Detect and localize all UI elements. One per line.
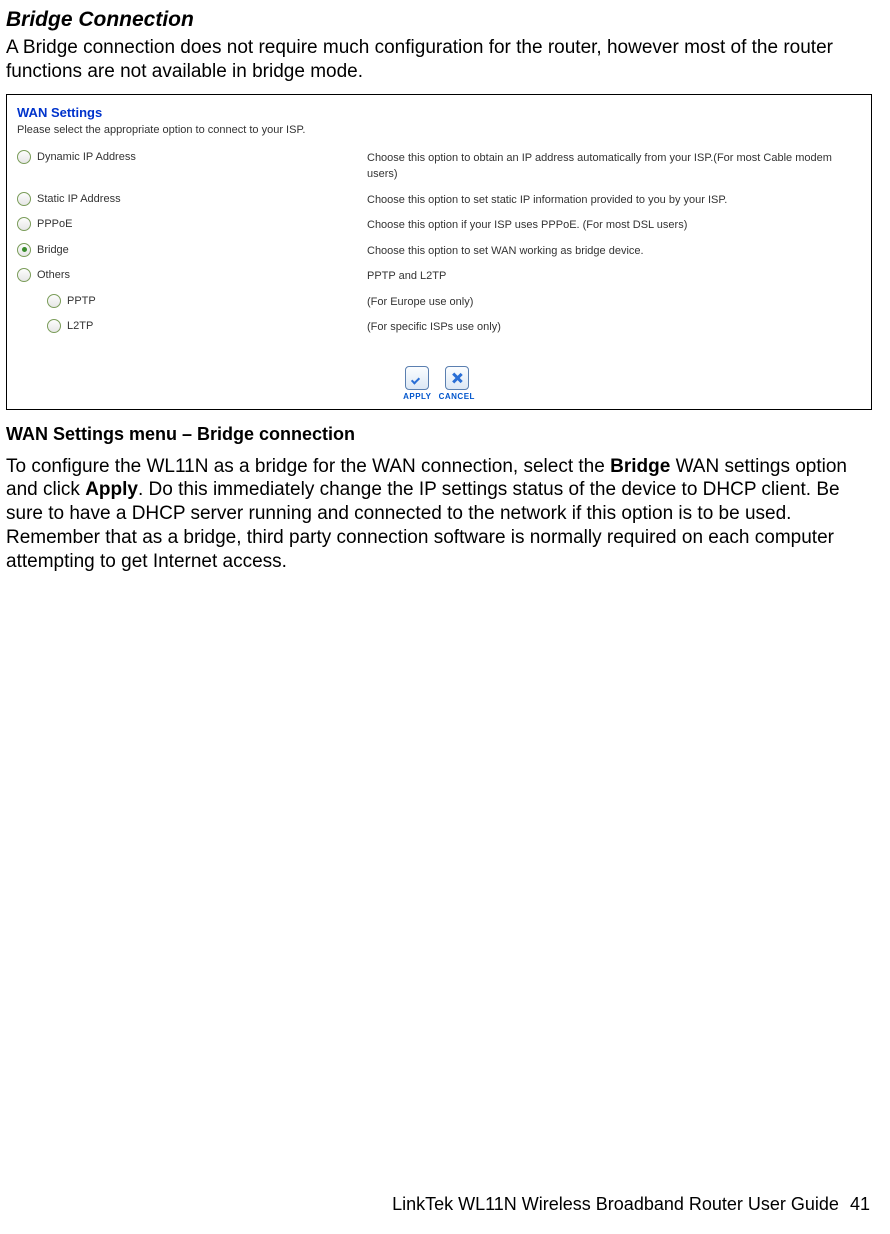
cancel-label: CANCEL <box>439 392 475 401</box>
option-others[interactable]: Others PPTP and L2TP <box>17 268 861 285</box>
section-title: Bridge Connection <box>6 8 872 32</box>
option-label: L2TP <box>67 320 93 332</box>
page-footer: LinkTek WL11N Wireless Broadband Router … <box>0 1194 890 1215</box>
option-desc: Choose this option if your ISP uses PPPo… <box>367 217 687 234</box>
option-desc: Choose this option to set static IP info… <box>367 192 727 209</box>
cancel-button[interactable]: CANCEL <box>439 366 475 401</box>
option-desc: (For specific ISPs use only) <box>367 319 501 336</box>
panel-title: WAN Settings <box>17 105 861 120</box>
wan-settings-panel: WAN Settings Please select the appropria… <box>6 94 872 410</box>
option-label: Static IP Address <box>37 193 121 205</box>
panel-subtitle: Please select the appropriate option to … <box>17 124 861 136</box>
option-l2tp[interactable]: L2TP (For specific ISPs use only) <box>17 319 861 336</box>
option-desc: Choose this option to set WAN working as… <box>367 243 644 260</box>
option-label: PPPoE <box>37 218 72 230</box>
radio-icon <box>47 294 61 308</box>
option-pptp[interactable]: PPTP (For Europe use only) <box>17 294 861 311</box>
body-paragraph: To configure the WL11N as a bridge for t… <box>6 455 872 574</box>
radio-icon <box>17 217 31 231</box>
page-number: 41 <box>850 1194 870 1214</box>
x-icon <box>451 372 463 384</box>
apply-button[interactable]: APPLY <box>403 366 431 401</box>
option-label: PPTP <box>67 295 96 307</box>
intro-text: A Bridge connection does not require muc… <box>6 36 872 84</box>
check-icon <box>411 372 423 384</box>
option-label: Dynamic IP Address <box>37 151 136 163</box>
button-bar: APPLY CANCEL <box>17 366 861 401</box>
radio-icon <box>17 150 31 164</box>
option-label: Others <box>37 269 70 281</box>
option-bridge[interactable]: Bridge Choose this option to set WAN wor… <box>17 243 861 260</box>
option-desc: (For Europe use only) <box>367 294 473 311</box>
figure-caption: WAN Settings menu – Bridge connection <box>6 424 872 445</box>
option-static-ip[interactable]: Static IP Address Choose this option to … <box>17 192 861 209</box>
option-desc: PPTP and L2TP <box>367 268 446 285</box>
option-dynamic-ip[interactable]: Dynamic IP Address Choose this option to… <box>17 150 861 183</box>
apply-label: APPLY <box>403 392 431 401</box>
radio-icon <box>47 319 61 333</box>
footer-text: LinkTek WL11N Wireless Broadband Router … <box>392 1194 839 1214</box>
radio-icon <box>17 268 31 282</box>
radio-icon <box>17 192 31 206</box>
option-desc: Choose this option to obtain an IP addre… <box>367 150 861 183</box>
option-pppoe[interactable]: PPPoE Choose this option if your ISP use… <box>17 217 861 234</box>
radio-icon <box>17 243 31 257</box>
option-label: Bridge <box>37 244 69 256</box>
